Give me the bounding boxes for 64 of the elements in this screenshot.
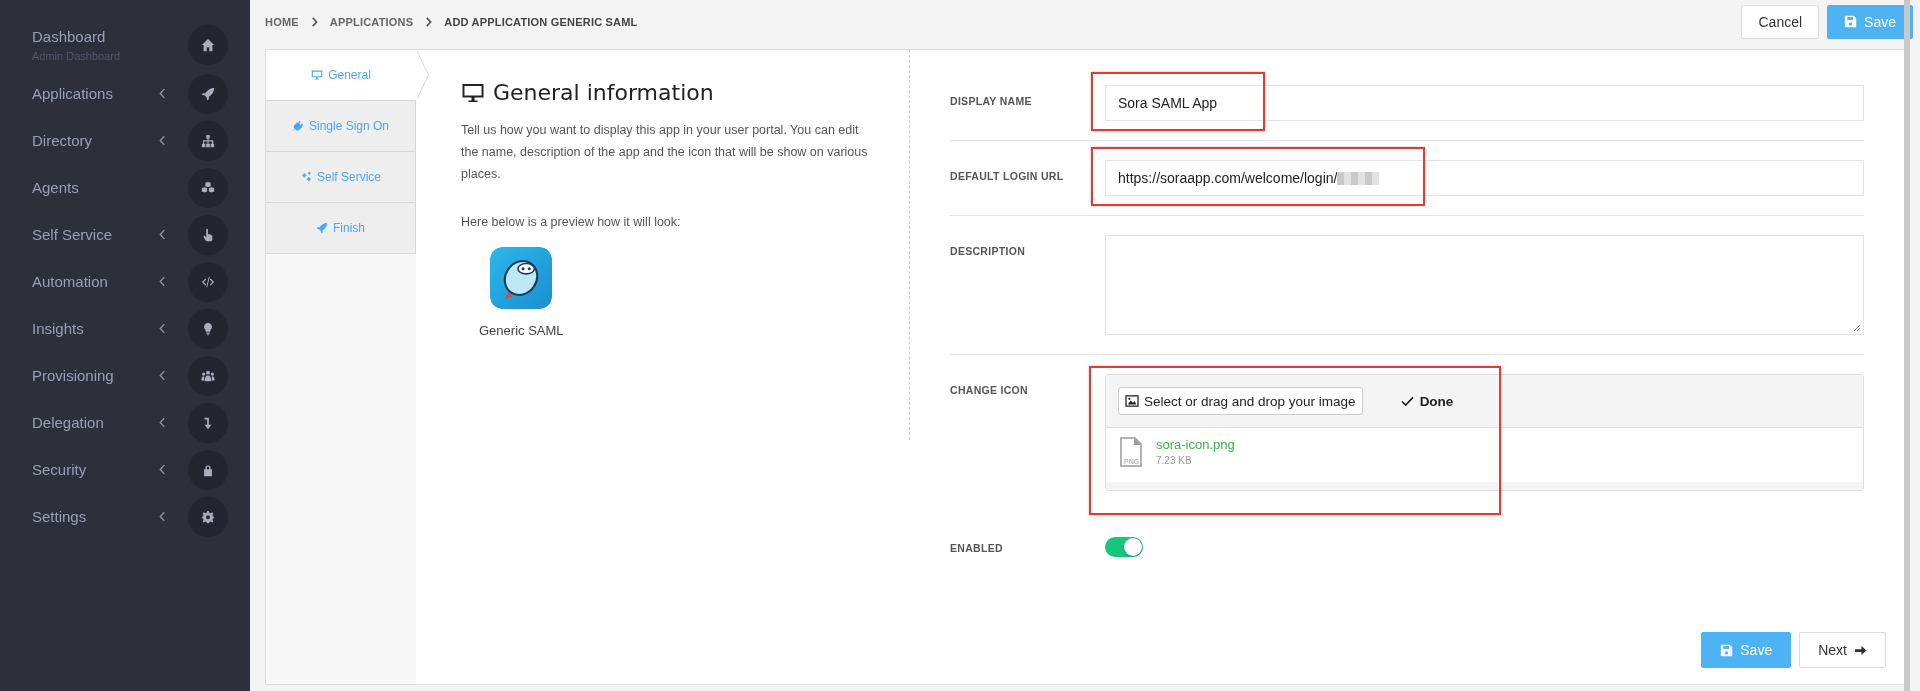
app-name: Generic SAML bbox=[479, 323, 564, 338]
nav-icon[interactable] bbox=[188, 25, 228, 65]
resize-grip-icon bbox=[1853, 324, 1861, 332]
nav-label[interactable]: Applications bbox=[32, 85, 159, 102]
file-size: 7.23 KB bbox=[1156, 455, 1193, 466]
text-field[interactable]: Sora SAML App bbox=[1105, 85, 1864, 121]
field-label: DEFAULT LOGIN URL bbox=[950, 169, 1065, 184]
nav-icon[interactable] bbox=[188, 261, 228, 302]
chevron-icon[interactable] bbox=[159, 370, 166, 381]
field-label: DESCRIPTION bbox=[950, 244, 1027, 259]
nav-icon[interactable] bbox=[188, 167, 228, 208]
nav-label[interactable]: Self Service bbox=[32, 226, 159, 243]
nav-icon[interactable] bbox=[188, 120, 228, 161]
arrow-right-icon bbox=[1854, 644, 1867, 656]
text-field[interactable]: https://soraapp.com/welcome/login/ bbox=[1105, 160, 1864, 196]
nav-label[interactable]: Dashboard bbox=[32, 28, 159, 45]
nav-label[interactable]: Settings bbox=[32, 508, 159, 525]
checkmark-icon bbox=[1400, 395, 1414, 407]
chevron-icon[interactable] bbox=[159, 464, 166, 475]
scrollbar[interactable] bbox=[1904, 0, 1910, 691]
nav-label[interactable]: Provisioning bbox=[32, 367, 159, 384]
toggle-switch[interactable] bbox=[1105, 537, 1143, 557]
nav-icon[interactable] bbox=[188, 449, 228, 490]
nav-icon[interactable] bbox=[188, 73, 228, 114]
chevron-icon bbox=[425, 16, 433, 27]
cancel-button[interactable]: Cancel bbox=[1741, 4, 1820, 39]
section-description: Tell us how you want to display this app in your user portal. You can edit the name, description of the app and the icon that will be show on various places. bbox=[461, 122, 869, 183]
select-image-button[interactable]: Select or drag and drop your image bbox=[1118, 387, 1363, 415]
nav-label[interactable]: Insights bbox=[32, 320, 159, 337]
breadcrumb-item[interactable]: HOME bbox=[265, 15, 299, 28]
rocket-icon bbox=[316, 222, 328, 234]
breadcrumb-item[interactable]: APPLICATIONS bbox=[329, 15, 414, 28]
description-field[interactable] bbox=[1105, 235, 1864, 335]
breadcrumb-item: ADD APPLICATION GENERIC SAML bbox=[444, 15, 638, 28]
file-icon bbox=[1120, 437, 1142, 467]
chevron-icon bbox=[310, 16, 318, 27]
monitor-icon bbox=[311, 69, 324, 81]
chevron-icon[interactable] bbox=[159, 276, 166, 287]
nav-icon[interactable] bbox=[188, 308, 228, 349]
chevron-icon[interactable] bbox=[159, 511, 166, 522]
chevron-icon[interactable] bbox=[159, 229, 166, 240]
nav-label[interactable]: Agents bbox=[32, 179, 159, 196]
section-title: General information bbox=[461, 80, 871, 105]
chevron-icon[interactable] bbox=[159, 323, 166, 334]
nav-label[interactable]: Delegation bbox=[32, 414, 159, 431]
nav-label[interactable]: Directory bbox=[32, 132, 159, 149]
field-label: DISPLAY NAME bbox=[950, 94, 1033, 109]
nav-icon[interactable] bbox=[188, 496, 228, 537]
chevron-icon[interactable] bbox=[159, 135, 166, 146]
image-icon bbox=[1125, 395, 1139, 407]
nav-icon[interactable] bbox=[188, 214, 228, 255]
nav-label[interactable]: Security bbox=[32, 461, 159, 478]
chevron-icon[interactable] bbox=[159, 417, 166, 428]
plug-icon bbox=[291, 120, 304, 132]
field-label: ENABLED bbox=[950, 541, 1004, 556]
file-name: sora-icon.png bbox=[1156, 437, 1235, 452]
next-button[interactable]: Next bbox=[1799, 632, 1886, 668]
preview-caption: Here below is a preview how it will look: bbox=[461, 215, 682, 229]
app-icon-drawing bbox=[490, 247, 553, 309]
done-button[interactable]: Done bbox=[1394, 392, 1460, 410]
chevron-icon[interactable] bbox=[159, 88, 166, 99]
nav-label[interactable]: Automation bbox=[32, 273, 159, 290]
field-label: CHANGE ICON bbox=[950, 383, 1029, 398]
nav-icon[interactable] bbox=[188, 355, 228, 396]
